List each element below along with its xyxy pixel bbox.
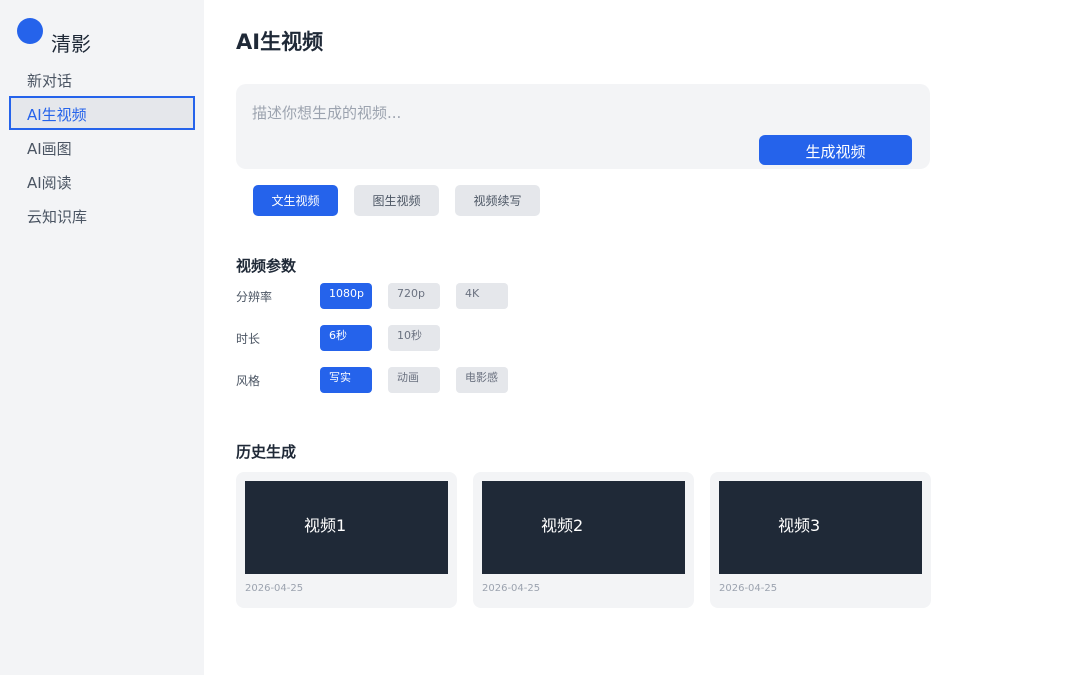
option-1080p[interactable]: 1080p (320, 283, 372, 309)
sidebar-item-ai-reading[interactable]: AI阅读 (9, 164, 195, 198)
video-thumbnail[interactable]: 视频1 (245, 481, 448, 574)
history-card[interactable]: 视频1 2026-04-25 (236, 472, 457, 608)
option-realistic[interactable]: 写实 (320, 367, 372, 393)
sidebar-item-label: AI生视频 (27, 106, 87, 124)
param-row-duration: 时长 6秒 10秒 (236, 325, 636, 351)
resolution-options: 1080p 720p 4K (320, 283, 508, 309)
brand: 清影 (17, 16, 91, 56)
sidebar-item-cloud-knowledge[interactable]: 云知识库 (9, 198, 195, 232)
logo-icon (17, 18, 43, 44)
history-list: 视频1 2026-04-25 视频2 2026-04-25 视频3 2026-0… (236, 472, 931, 608)
generate-video-button[interactable]: 生成视频 (759, 135, 912, 165)
sidebar-item-new-chat[interactable]: 新对话 (9, 62, 195, 96)
mode-tabs: 文生视频 图生视频 视频续写 (253, 185, 540, 216)
brand-name: 清影 (51, 31, 91, 56)
sidebar: 清影 新对话 AI生视频 AI画图 AI阅读 云知识库 (0, 0, 204, 675)
sidebar-item-label: 新对话 (27, 72, 73, 90)
history-section-title: 历史生成 (236, 443, 297, 461)
param-row-resolution: 分辨率 1080p 720p 4K (236, 283, 636, 309)
sidebar-item-ai-drawing[interactable]: AI画图 (9, 130, 195, 164)
option-720p[interactable]: 720p (388, 283, 440, 309)
option-animation[interactable]: 动画 (388, 367, 440, 393)
params-section-title: 视频参数 (236, 257, 297, 275)
history-card[interactable]: 视频2 2026-04-25 (473, 472, 694, 608)
prompt-box: 生成视频 (236, 84, 930, 169)
app-window: 清影 新对话 AI生视频 AI画图 AI阅读 云知识库 AI生视频 生成视频 (0, 0, 1080, 675)
tab-video-continue[interactable]: 视频续写 (455, 185, 540, 216)
main-content: AI生视频 生成视频 文生视频 图生视频 视频续写 视频参数 分辨率 1080p… (204, 0, 1080, 675)
param-row-style: 风格 写实 动画 电影感 (236, 367, 636, 393)
duration-options: 6秒 10秒 (320, 325, 440, 351)
card-date: 2026-04-25 (245, 583, 304, 594)
sidebar-item-label: 云知识库 (27, 208, 88, 226)
sidebar-item-label: AI画图 (27, 140, 72, 158)
sidebar-item-label: AI阅读 (27, 174, 72, 192)
page-title: AI生视频 (236, 30, 324, 54)
sidebar-item-ai-video[interactable]: AI生视频 (9, 96, 195, 130)
video-thumbnail[interactable]: 视频3 (719, 481, 922, 574)
param-label-style: 风格 (236, 374, 261, 388)
tab-image-to-video[interactable]: 图生视频 (354, 185, 439, 216)
option-cinematic[interactable]: 电影感 (456, 367, 508, 393)
history-card[interactable]: 视频3 2026-04-25 (710, 472, 931, 608)
card-date: 2026-04-25 (482, 583, 541, 594)
option-10s[interactable]: 10秒 (388, 325, 440, 351)
video-thumbnail[interactable]: 视频2 (482, 481, 685, 574)
style-options: 写实 动画 电影感 (320, 367, 508, 393)
option-6s[interactable]: 6秒 (320, 325, 372, 351)
prompt-input[interactable] (252, 102, 752, 124)
tab-text-to-video[interactable]: 文生视频 (253, 185, 338, 216)
option-4k[interactable]: 4K (456, 283, 508, 309)
sidebar-nav: 新对话 AI生视频 AI画图 AI阅读 云知识库 (9, 62, 195, 232)
param-label-resolution: 分辨率 (236, 290, 273, 304)
param-label-duration: 时长 (236, 332, 261, 346)
card-date: 2026-04-25 (719, 583, 778, 594)
